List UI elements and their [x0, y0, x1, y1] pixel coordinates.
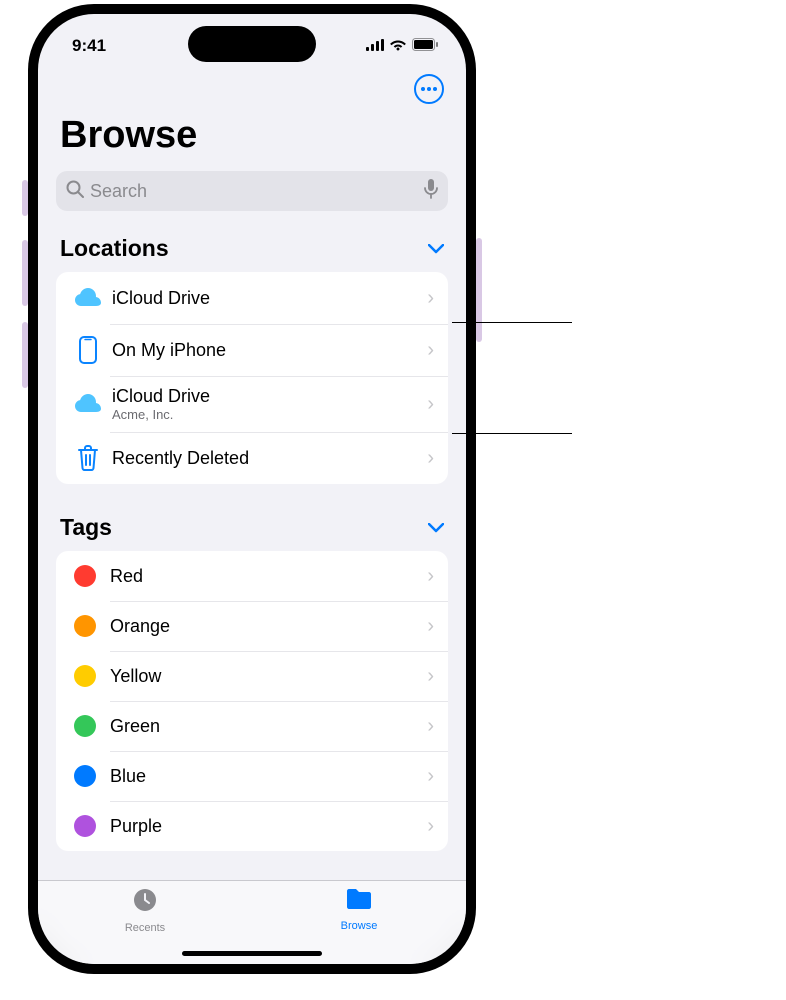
battery-icon [412, 36, 438, 56]
row-label: Yellow [110, 666, 427, 687]
status-right [366, 36, 438, 56]
chevron-right-icon: › [427, 287, 434, 310]
trash-icon [70, 442, 106, 474]
location-row-on-my-iphone[interactable]: On My iPhone › [56, 324, 448, 376]
scroll-area[interactable]: Browse Search Locations [38, 64, 466, 880]
callout-line-1 [452, 322, 572, 323]
wifi-icon [389, 36, 407, 56]
iphone-icon [70, 334, 106, 366]
tag-row-green[interactable]: Green › [56, 701, 448, 751]
chevron-right-icon: › [427, 765, 434, 788]
search-placeholder: Search [90, 181, 418, 202]
row-label: iCloud Drive [112, 288, 427, 309]
tag-row-yellow[interactable]: Yellow › [56, 651, 448, 701]
row-label: Recently Deleted [112, 448, 427, 469]
cellular-icon [366, 36, 384, 56]
chevron-right-icon: › [427, 447, 434, 470]
page-title: Browse [38, 108, 466, 171]
home-indicator[interactable] [182, 951, 322, 956]
chevron-down-icon [428, 238, 444, 259]
row-label: Purple [110, 816, 427, 837]
phone-frame: 9:41 Browse [28, 4, 476, 974]
row-label: Green [110, 716, 427, 737]
more-button[interactable] [414, 74, 444, 104]
power-button [476, 238, 482, 342]
callout-line-2 [452, 433, 572, 434]
tab-label: Browse [341, 920, 378, 932]
mic-icon[interactable] [424, 179, 438, 204]
dynamic-island [188, 26, 316, 62]
cloud-icon [70, 282, 106, 314]
locations-header[interactable]: Locations [38, 229, 466, 272]
location-row-icloud-drive[interactable]: iCloud Drive › [56, 272, 448, 324]
chevron-right-icon: › [427, 615, 434, 638]
cloud-icon [70, 388, 106, 420]
locations-list: iCloud Drive › On My iPhone › [56, 272, 448, 484]
tag-dot-icon [74, 715, 96, 737]
chevron-right-icon: › [427, 565, 434, 588]
tags-list: Red › Orange › Yellow › Green › [56, 551, 448, 851]
phone-screen: 9:41 Browse [38, 14, 466, 964]
chevron-right-icon: › [427, 715, 434, 738]
tags-header[interactable]: Tags [38, 508, 466, 551]
search-icon [66, 180, 84, 203]
row-label: Red [110, 566, 427, 587]
tag-row-orange[interactable]: Orange › [56, 601, 448, 651]
chevron-right-icon: › [427, 665, 434, 688]
chevron-down-icon [428, 517, 444, 538]
row-label: iCloud Drive [112, 386, 427, 407]
tag-row-purple[interactable]: Purple › [56, 801, 448, 851]
location-row-icloud-drive-acme[interactable]: iCloud Drive Acme, Inc. › [56, 376, 448, 432]
tag-row-blue[interactable]: Blue › [56, 751, 448, 801]
tab-label: Recents [125, 922, 165, 934]
tag-dot-icon [74, 565, 96, 587]
row-label: Orange [110, 616, 427, 637]
row-label: On My iPhone [112, 340, 427, 361]
folder-icon [344, 887, 374, 918]
clock-icon [132, 887, 158, 920]
chevron-right-icon: › [427, 393, 434, 416]
location-row-recently-deleted[interactable]: Recently Deleted › [56, 432, 448, 484]
tag-dot-icon [74, 765, 96, 787]
nav-bar [38, 64, 466, 108]
chevron-right-icon: › [427, 339, 434, 362]
row-sublabel: Acme, Inc. [112, 407, 427, 422]
tag-row-red[interactable]: Red › [56, 551, 448, 601]
tag-dot-icon [74, 815, 96, 837]
tag-dot-icon [74, 615, 96, 637]
tag-dot-icon [74, 665, 96, 687]
tags-header-label: Tags [60, 514, 112, 541]
search-input[interactable]: Search [56, 171, 448, 211]
locations-header-label: Locations [60, 235, 169, 262]
status-time: 9:41 [72, 36, 106, 56]
chevron-right-icon: › [427, 815, 434, 838]
row-label: Blue [110, 766, 427, 787]
